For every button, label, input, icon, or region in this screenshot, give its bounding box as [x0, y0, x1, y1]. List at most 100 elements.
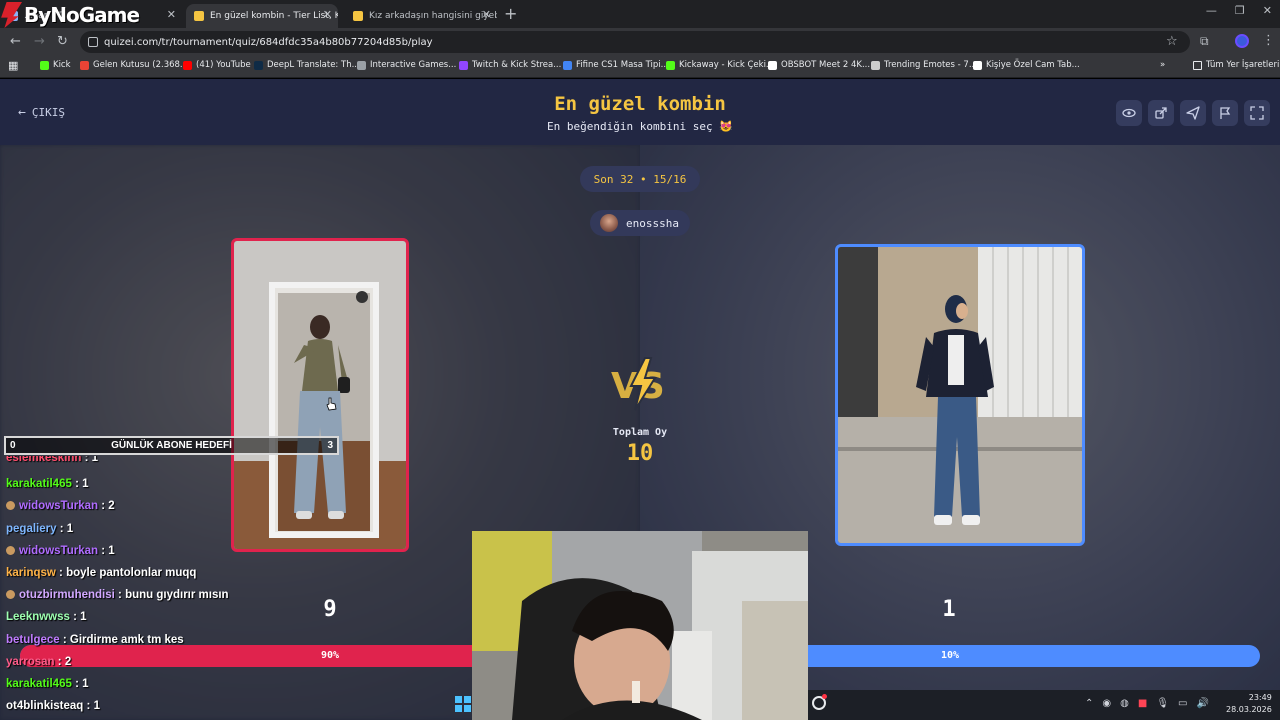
url-input[interactable]: quizei.com/tr/tournament/quiz/684dfdc35a…: [80, 31, 1190, 53]
chat-separator: :: [54, 655, 65, 668]
chat-message: yarrosan : 2: [6, 656, 71, 668]
bookmark-favicon-icon: [973, 60, 982, 70]
chat-text: 1: [108, 544, 115, 557]
subscriber-badge-icon: [6, 545, 15, 555]
apps-grid-icon[interactable]: ▦: [8, 59, 18, 72]
chat-separator: :: [98, 500, 109, 513]
bookmark-favicon-icon: [768, 60, 777, 70]
microphone-icon[interactable]: 🎙: [1156, 698, 1169, 709]
channel-logo-overlay: ByNoGame: [0, 0, 140, 30]
url-text: quizei.com/tr/tournament/quiz/684dfdc35a…: [104, 36, 433, 48]
back-icon[interactable]: ←: [10, 34, 21, 49]
chat-separator: :: [98, 544, 109, 557]
chat-username: Leeknwwss: [6, 611, 70, 624]
all-bookmarks-folder[interactable]: Tüm Yer İşaretleri: [1193, 60, 1279, 70]
streamer-webcam-image: [472, 531, 808, 720]
recording-dot-icon: [822, 694, 827, 699]
chat-username: pegaliery: [6, 522, 57, 535]
right-choice-image[interactable]: [835, 244, 1085, 546]
taskbar-clock[interactable]: 23:49 28.03.2026: [1226, 692, 1272, 716]
send-icon[interactable]: [1180, 100, 1206, 126]
chat-username: otuzbirmuhendisi: [19, 589, 115, 602]
close-window-icon[interactable]: ✕: [1263, 4, 1272, 17]
bookmark-item[interactable]: Kişiye Özel Cam Tab...: [973, 60, 1080, 70]
tab-favicon-icon: [353, 11, 363, 21]
forward-icon[interactable]: →: [34, 34, 45, 49]
browser-menu-icon[interactable]: ⋮: [1262, 33, 1275, 48]
bookmark-item[interactable]: Kickaway - Kick Çeki...: [666, 60, 774, 70]
creator-badge[interactable]: enosssha: [590, 210, 690, 236]
browser-tab-active[interactable]: En güzel kombin - Tier List, Kör ✕: [186, 4, 338, 28]
chat-separator: :: [71, 678, 83, 690]
window-controls: — ❐ ✕: [1206, 4, 1272, 17]
bookmark-item[interactable]: Gelen Kutusu (2.368...: [80, 60, 188, 70]
address-bar-row: ← → ↻ quizei.com/tr/tournament/quiz/684d…: [0, 28, 1280, 56]
chat-message: karakatil465 : 1: [6, 478, 89, 490]
browser-tab-strip: ...dan - D ✕ En güzel kombin - Tier List…: [0, 0, 1280, 28]
network-icon[interactable]: ▭: [1178, 698, 1187, 709]
close-tab-icon[interactable]: ✕: [167, 8, 176, 21]
chat-separator: :: [59, 633, 70, 646]
chat-message: karinqsw : boyle pantolonlar muqq: [6, 567, 196, 579]
bookmark-item[interactable]: (41) YouTube: [183, 60, 251, 70]
chat-message: otuzbirmuhendisi : bunu gıydırır mısın: [6, 589, 229, 601]
browser-tab[interactable]: Kız arkadaşın hangisini giyebilir ✕: [345, 4, 497, 28]
windows-start-icon[interactable]: [455, 696, 471, 712]
extensions-icon[interactable]: ⧉: [1200, 34, 1209, 49]
channel-logo-text: ByNoGame: [24, 3, 140, 27]
close-tab-icon[interactable]: ✕: [323, 8, 332, 21]
bookmark-item[interactable]: OBSBOT Meet 2 4K...: [768, 60, 870, 70]
creator-avatar: [600, 214, 618, 232]
profile-avatar[interactable]: [1235, 34, 1249, 48]
more-bookmarks-icon[interactable]: »: [1160, 60, 1165, 70]
bookmark-star-icon[interactable]: ☆: [1166, 34, 1178, 49]
bookmark-item[interactable]: Trending Emotes - 7...: [871, 60, 977, 70]
chat-separator: :: [83, 700, 94, 713]
discord-icon[interactable]: ◉: [1102, 698, 1111, 709]
bookmark-item[interactable]: Fifine CS1 Masa Tipi...: [563, 60, 669, 70]
bookmark-favicon-icon: [254, 60, 263, 70]
chat-message: Leeknwwss : 1: [6, 611, 87, 623]
flag-icon[interactable]: [1212, 100, 1238, 126]
bookmark-item[interactable]: Interactive Games...: [357, 60, 456, 70]
bookmark-favicon-icon: [871, 60, 880, 70]
site-info-icon[interactable]: [88, 37, 98, 47]
chat-username: karinqsw: [6, 567, 56, 579]
chat-text: bunu gıydırır mısın: [125, 589, 229, 602]
chat-message: pegaliery : 1: [6, 523, 73, 535]
bookmark-favicon-icon: [563, 60, 572, 70]
restore-icon[interactable]: ❐: [1235, 4, 1245, 17]
lightning-logo-icon: [1, 2, 22, 28]
bookmark-item[interactable]: DeepL Translate: Th...: [254, 60, 360, 70]
chat-username: karakatil465: [6, 678, 72, 690]
chat-username: ot4blinkisteaq: [6, 700, 84, 713]
bookmark-favicon-icon: [80, 60, 89, 70]
close-tab-icon[interactable]: ✕: [482, 8, 491, 21]
tab-favicon-icon: [194, 11, 204, 21]
eye-icon[interactable]: [1116, 100, 1142, 126]
chat-message: ot4blinkisteaq : 1: [6, 700, 100, 712]
bookmark-item[interactable]: Kick: [40, 60, 71, 70]
share-icon[interactable]: [1148, 100, 1174, 126]
bookmark-item[interactable]: Twitch & Kick Strea...: [459, 60, 561, 70]
fullscreen-icon[interactable]: [1244, 100, 1270, 126]
reload-icon[interactable]: ↻: [57, 34, 68, 49]
chevron-up-icon[interactable]: ⌃: [1085, 698, 1093, 709]
webcam-feed: [472, 531, 808, 720]
chat-separator: :: [71, 478, 83, 491]
volume-icon[interactable]: 🔊: [1196, 698, 1208, 709]
right-vote-count: 1: [942, 597, 956, 622]
chat-separator: :: [114, 589, 126, 602]
bookmark-favicon-icon: [357, 60, 366, 70]
creator-name: enosssha: [626, 216, 679, 230]
minimize-icon[interactable]: —: [1206, 4, 1217, 17]
steam-icon[interactable]: ◍: [1120, 698, 1129, 709]
new-tab-button[interactable]: +: [504, 4, 517, 23]
bookmark-favicon-icon: [183, 60, 192, 70]
clock-time: 23:49: [1248, 693, 1272, 702]
chat-separator: :: [55, 567, 67, 579]
app-tray-icon[interactable]: ■: [1138, 698, 1147, 709]
chat-text: 1: [82, 678, 89, 690]
bookmarks-bar: ▦ Kick Gelen Kutusu (2.368... (41) YouTu…: [0, 56, 1280, 78]
chat-message: widowsTurkan : 1: [6, 545, 115, 557]
